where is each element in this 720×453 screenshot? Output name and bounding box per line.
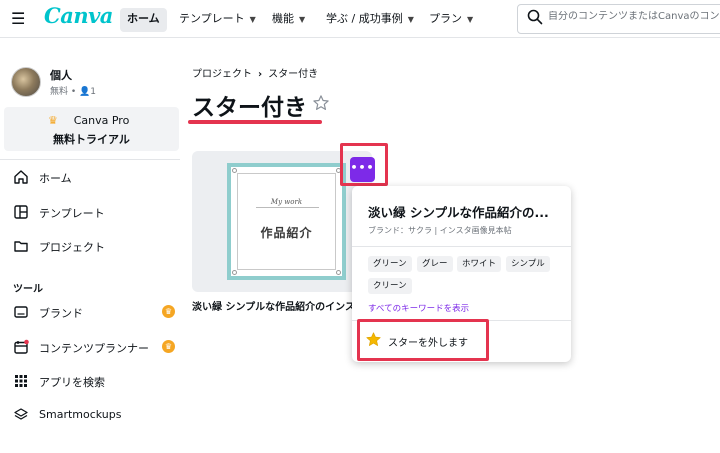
avatar[interactable] [11, 67, 41, 97]
sidebar-item-label: アプリを検索 [39, 376, 105, 389]
sidebar-item-label: ホーム [39, 172, 72, 185]
sidebar-item-label: コンテンツプランナー [39, 342, 149, 355]
sidebar-item-templates[interactable]: テンプレート [0, 199, 180, 225]
nav-learn[interactable]: 学ぶ / 成功事例 ▼ [319, 8, 421, 32]
nav-templates-label: テンプレート [179, 12, 245, 25]
template-icon [14, 205, 28, 219]
unstar-highlight [357, 319, 489, 361]
menu-design-subtitle: ブランド：サクラ | インスタ画像見本帖 [368, 226, 512, 235]
keyword-tag[interactable]: クリーン [368, 278, 412, 294]
profile-name: 個人 [50, 69, 72, 82]
sidebar-item-content-planner[interactable]: コンテンツプランナー ♛ [0, 334, 180, 360]
top-bar: ☰ Canva ホーム テンプレート ▼ 機能 ▼ 学ぶ / 成功事例 ▼ プラン ▼ [0, 0, 720, 38]
nav-home[interactable]: ホーム [120, 8, 167, 32]
sidebar-item-label: Smartmockups [39, 408, 122, 421]
breadcrumb-projects-link[interactable]: プロジェクト [192, 69, 252, 80]
more-button-highlight [340, 143, 388, 186]
pro-trial-button[interactable]: ♛ Canva Pro 無料トライアル [4, 107, 179, 151]
keyword-tag[interactable]: グレー [417, 256, 453, 272]
profile-subtitle: 無料 • 👤1 [50, 87, 96, 97]
nav-templates[interactable]: テンプレート ▼ [172, 8, 263, 32]
sidebar-item-projects[interactable]: プロジェクト [0, 233, 180, 259]
brand-icon [14, 306, 28, 318]
sidebar-item-smartmockups[interactable]: Smartmockups [0, 402, 180, 428]
home-icon [14, 170, 28, 184]
breadcrumb-current: スター付き [268, 69, 319, 80]
sidebar-item-label: ブランド [39, 307, 83, 320]
search-input[interactable] [548, 11, 720, 22]
menu-design-title: 淡い緑 シンプルな作品紹介の... [368, 205, 549, 220]
nav-features-label: 機能 [272, 12, 294, 25]
keyword-tag[interactable]: シンプル [506, 256, 550, 272]
tools-section-label: ツール [13, 284, 43, 295]
calendar-icon [14, 339, 29, 354]
menu-divider [352, 246, 571, 247]
menu-icon[interactable]: ☰ [11, 9, 25, 28]
title-highlight-underline [188, 120, 322, 124]
sidebar-divider [0, 159, 180, 160]
show-all-keywords-link[interactable]: すべてのキーワードを表示 [368, 302, 469, 314]
thumbnail-subtitle: My work [270, 198, 303, 206]
apps-grid-icon [15, 375, 27, 387]
nav-features[interactable]: 機能 ▼ [265, 8, 312, 32]
sidebar-item-apps[interactable]: アプリを検索 [0, 368, 180, 394]
corner-ornament [336, 270, 341, 275]
chevron-down-icon: ▼ [299, 15, 306, 24]
breadcrumb-separator: › [258, 69, 263, 80]
nav-learn-label: 学ぶ / 成功事例 [326, 12, 403, 25]
layers-icon [14, 408, 28, 420]
trial-label: 無料トライアル [53, 133, 130, 146]
design-title[interactable]: 淡い緑 シンプルな作品紹介のインスタ [192, 298, 372, 313]
sidebar: 個人 無料 • 👤1 ♛ Canva Pro 無料トライアル ホーム テンプレー… [0, 39, 180, 453]
nav-plans-label: プラン [429, 12, 462, 25]
sidebar-item-brand[interactable]: ブランド ♛ [0, 299, 180, 325]
thumbnail-frame: My work 作品紹介 [237, 173, 336, 270]
search-box[interactable] [517, 4, 720, 34]
chevron-down-icon: ▼ [249, 15, 256, 24]
thumbnail-rule [256, 207, 319, 208]
star-outline-icon[interactable] [312, 94, 330, 112]
crown-icon: ♛ [162, 305, 175, 318]
nav-plans[interactable]: プラン ▼ [422, 8, 480, 32]
thumbnail-title: 作品紹介 [260, 226, 313, 240]
nav-home-label: ホーム [127, 12, 160, 25]
chevron-down-icon: ▼ [467, 15, 474, 24]
sidebar-item-home[interactable]: ホーム [0, 164, 180, 190]
crown-icon: ♛ [162, 340, 175, 353]
pro-label: Canva Pro [73, 114, 130, 127]
canva-logo[interactable]: Canva [44, 3, 113, 28]
sidebar-item-label: プロジェクト [39, 241, 105, 254]
sidebar-item-label: テンプレート [39, 207, 105, 220]
folder-icon [14, 241, 28, 252]
corner-ornament [232, 168, 237, 173]
corner-ornament [232, 270, 237, 275]
keyword-tag[interactable]: グリーン [368, 256, 412, 272]
page-title: スター付き [192, 95, 307, 121]
search-icon [527, 9, 543, 25]
keyword-tag[interactable]: ホワイト [457, 256, 502, 272]
design-thumbnail[interactable]: My work 作品紹介 [227, 163, 346, 280]
breadcrumb: プロジェクト › スター付き [192, 65, 318, 80]
chevron-down-icon: ▼ [407, 15, 414, 24]
